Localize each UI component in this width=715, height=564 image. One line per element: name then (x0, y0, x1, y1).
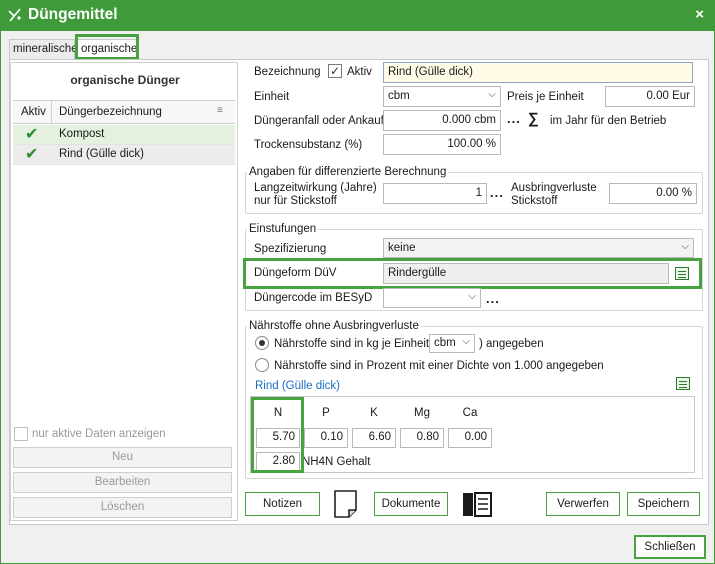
langzeit-label-1: Langzeitwirkung (Jahre) (254, 182, 377, 194)
anfall-input[interactable]: 0.000 cbm (383, 110, 501, 131)
column-header-name[interactable]: Düngerbezeichnung (59, 106, 162, 118)
preis-input[interactable]: 0.00 Eur (605, 86, 695, 107)
duengercode-label: Düngercode im BESyD (254, 292, 373, 304)
langzeit-more-button[interactable]: ... (490, 185, 504, 200)
radio-kg-per-unit[interactable] (255, 336, 269, 350)
naehrstoffe-title: Nährstoffe ohne Ausbringverluste (247, 320, 421, 332)
nutrient-header-n: N (273, 407, 283, 419)
aktiv-checkbox[interactable]: ✓ (328, 64, 342, 78)
trocken-label: Trockensubstanz (%) (254, 139, 363, 151)
radio-percent-label: Nährstoffe sind in Prozent mit einer Dic… (274, 360, 604, 372)
list-item-label: Kompost (59, 128, 105, 140)
grid-header: Aktiv Düngerbezeichnung ≡ (13, 100, 235, 124)
list-item-label: Rind (Gülle dick) (59, 148, 144, 160)
nutrient-k-input[interactable]: 6.60 (352, 428, 396, 448)
nutrient-header-k: K (370, 407, 378, 419)
active-check-icon: ✔ (25, 146, 39, 163)
list-item[interactable]: ✔ Rind (Gülle dick) (13, 145, 235, 165)
schliessen-button[interactable]: Schließen (634, 535, 706, 559)
list-title: organische Dünger (70, 73, 180, 87)
nutrient-p-input[interactable]: 0.10 (304, 428, 348, 448)
notizen-button[interactable]: Notizen (245, 492, 320, 516)
anfall-more-button[interactable]: ... (507, 111, 521, 126)
preis-label: Preis je Einheit (507, 91, 584, 103)
verluste-label-1: Ausbringverluste (511, 182, 597, 194)
langzeit-input[interactable]: 1 (383, 183, 487, 204)
sort-icon[interactable]: ≡ (217, 105, 223, 116)
langzeit-label-2: nur für Stickstoff (254, 195, 337, 207)
einheit-select[interactable]: cbm ⌵ (383, 86, 501, 107)
duengemittel-window: Düngemittel × mineralische organische or… (0, 0, 715, 564)
tab-mineralische[interactable]: mineralische (9, 39, 78, 59)
only-active-label: nur aktive Daten anzeigen (32, 428, 166, 440)
fertilizer-app-icon (8, 8, 21, 22)
radio-kg-label: Nährstoffe sind in kg je Einheit ( (274, 338, 437, 350)
chevron-down-icon: ⌵ (681, 241, 689, 252)
nh4n-input[interactable]: 2.80 (256, 452, 300, 472)
tab-organische[interactable]: organische (77, 39, 137, 59)
sum-icon[interactable]: ∑ (528, 110, 539, 127)
only-active-checkbox[interactable] (14, 427, 28, 441)
anfall-label: Düngeranfall oder Ankauf (254, 115, 384, 127)
duengeform-input[interactable]: Rindergülle (383, 263, 669, 284)
speichern-button[interactable]: Speichern (627, 492, 700, 516)
verluste-label-2: Stickstoff (511, 195, 558, 207)
chevron-down-icon: ⌵ (462, 336, 470, 347)
chevron-down-icon: ⌵ (468, 291, 476, 302)
spez-label: Spezifizierung (254, 243, 327, 255)
column-header-active[interactable]: Aktiv (21, 106, 46, 118)
spez-value: keine (388, 242, 416, 254)
dokumente-button[interactable]: Dokumente (374, 492, 448, 516)
delete-button[interactable]: Löschen (13, 497, 232, 518)
list-item[interactable]: ✔ Kompost (13, 125, 235, 145)
verluste-input[interactable]: 0.00 % (609, 183, 697, 204)
new-button[interactable]: Neu (13, 447, 232, 468)
nutrient-ca-input[interactable]: 0.00 (448, 428, 492, 448)
active-check-icon: ✔ (25, 126, 39, 143)
radio-percent[interactable] (255, 358, 269, 372)
bezeichnung-label: Bezeichnung (254, 66, 321, 78)
duengercode-more-button[interactable]: ... (486, 291, 500, 306)
einheit-value: cbm (388, 90, 410, 102)
duengeform-label: Düngeform DüV (254, 267, 337, 279)
nutrient-header-mg: Mg (414, 407, 430, 419)
radio-kg-suffix: ) angegeben (479, 338, 544, 350)
trocken-input[interactable]: 100.00 % (383, 134, 501, 155)
spez-select[interactable]: keine ⌵ (383, 238, 694, 258)
spreadsheet-icon[interactable] (675, 267, 689, 280)
note-icon[interactable] (332, 489, 360, 519)
edit-button[interactable]: Bearbeiten (13, 472, 232, 493)
nutrient-n-input[interactable]: 5.70 (256, 428, 300, 448)
nutrient-header-ca: Ca (462, 407, 478, 419)
fertilizer-link[interactable]: Rind (Gülle dick) (255, 380, 340, 392)
aktiv-label: Aktiv (347, 66, 372, 78)
column-divider (51, 101, 52, 123)
duengercode-select[interactable]: ⌵ (383, 288, 481, 308)
verwerfen-button[interactable]: Verwerfen (546, 492, 620, 516)
close-icon[interactable]: × (695, 6, 704, 23)
jahr-label: im Jahr für den Betrieb (550, 115, 667, 127)
nh4n-label: NH4N Gehalt (302, 456, 371, 468)
einheit-label: Einheit (254, 91, 290, 103)
chevron-down-icon: ⌵ (488, 89, 496, 100)
spreadsheet-icon[interactable] (676, 377, 690, 390)
bezeichnung-input[interactable]: Rind (Gülle dick) (383, 62, 693, 83)
unit-select[interactable]: cbm ⌵ (429, 334, 475, 353)
diff-title: Angaben für differenzierte Berechnung (247, 166, 449, 178)
book-icon[interactable] (461, 490, 493, 518)
nutrient-header-p: P (322, 407, 330, 419)
title-bar: Düngemittel × (1, 1, 714, 31)
unit-value: cbm (434, 337, 456, 349)
einstufungen-title: Einstufungen (247, 223, 319, 235)
window-title: Düngemittel (28, 6, 118, 23)
nutrient-mg-input[interactable]: 0.80 (400, 428, 444, 448)
